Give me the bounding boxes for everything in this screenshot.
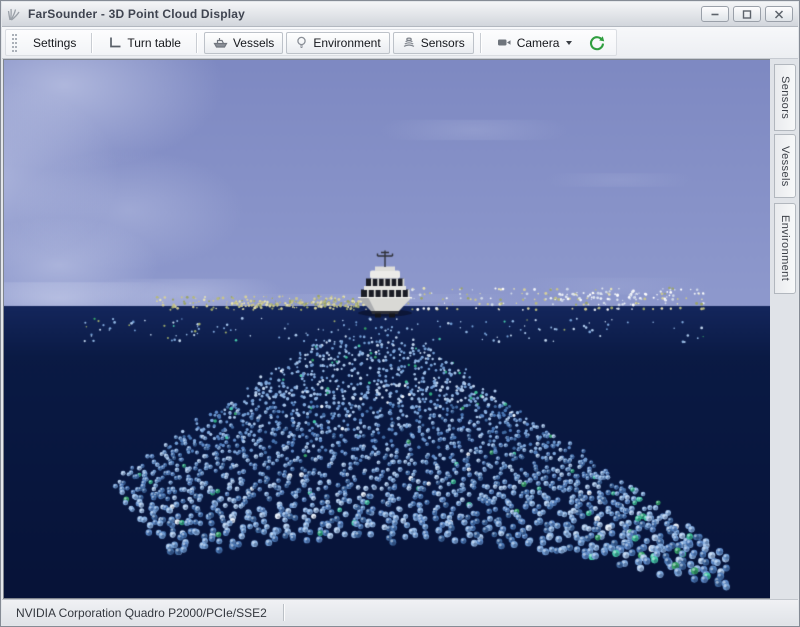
tab-vessels[interactable]: Vessels (774, 134, 796, 198)
pointcloud-canvas[interactable] (4, 60, 772, 598)
app-icon (7, 7, 22, 22)
camera-dropdown-button[interactable]: Camera (488, 32, 582, 54)
toolbar: Settings Turn table (2, 27, 798, 59)
status-bar: NVIDIA Corporation Quadro P2000/PCIe/SSE… (2, 599, 798, 625)
tab-sensors[interactable]: Sensors (774, 64, 796, 131)
ship-icon (213, 36, 228, 49)
title-bar[interactable]: FarSounder - 3D Point Cloud Display (2, 2, 798, 27)
status-separator (283, 604, 285, 621)
sonar-icon (402, 36, 416, 49)
refresh-button[interactable] (584, 33, 610, 53)
lightbulb-icon (295, 36, 308, 50)
chevron-down-icon (566, 41, 572, 45)
toolbar-separator (196, 33, 198, 53)
app-window: FarSounder - 3D Point Cloud Display Sett… (0, 0, 800, 627)
tab-environment[interactable]: Environment (774, 203, 796, 294)
refresh-icon (589, 35, 605, 51)
close-button[interactable] (765, 6, 793, 22)
axis-icon (108, 36, 122, 49)
side-tabstrip: Sensors Vessels Environment (770, 59, 798, 599)
turn-table-button[interactable]: Turn table (99, 32, 190, 54)
toolbar-separator (480, 33, 482, 53)
vessels-button[interactable]: Vessels (204, 32, 283, 54)
maximize-button[interactable] (733, 6, 761, 22)
toolbar-grip[interactable] (12, 34, 17, 52)
minimize-button[interactable] (701, 6, 729, 22)
camera-icon (497, 37, 512, 48)
toolbar-separator (91, 33, 93, 53)
window-title: FarSounder - 3D Point Cloud Display (28, 7, 245, 21)
viewport-frame (3, 59, 773, 599)
environment-button[interactable]: Environment (286, 32, 389, 54)
sensors-button[interactable]: Sensors (393, 32, 474, 54)
settings-button[interactable]: Settings (24, 32, 85, 54)
gpu-status-text: NVIDIA Corporation Quadro P2000/PCIe/SSE… (16, 606, 267, 620)
